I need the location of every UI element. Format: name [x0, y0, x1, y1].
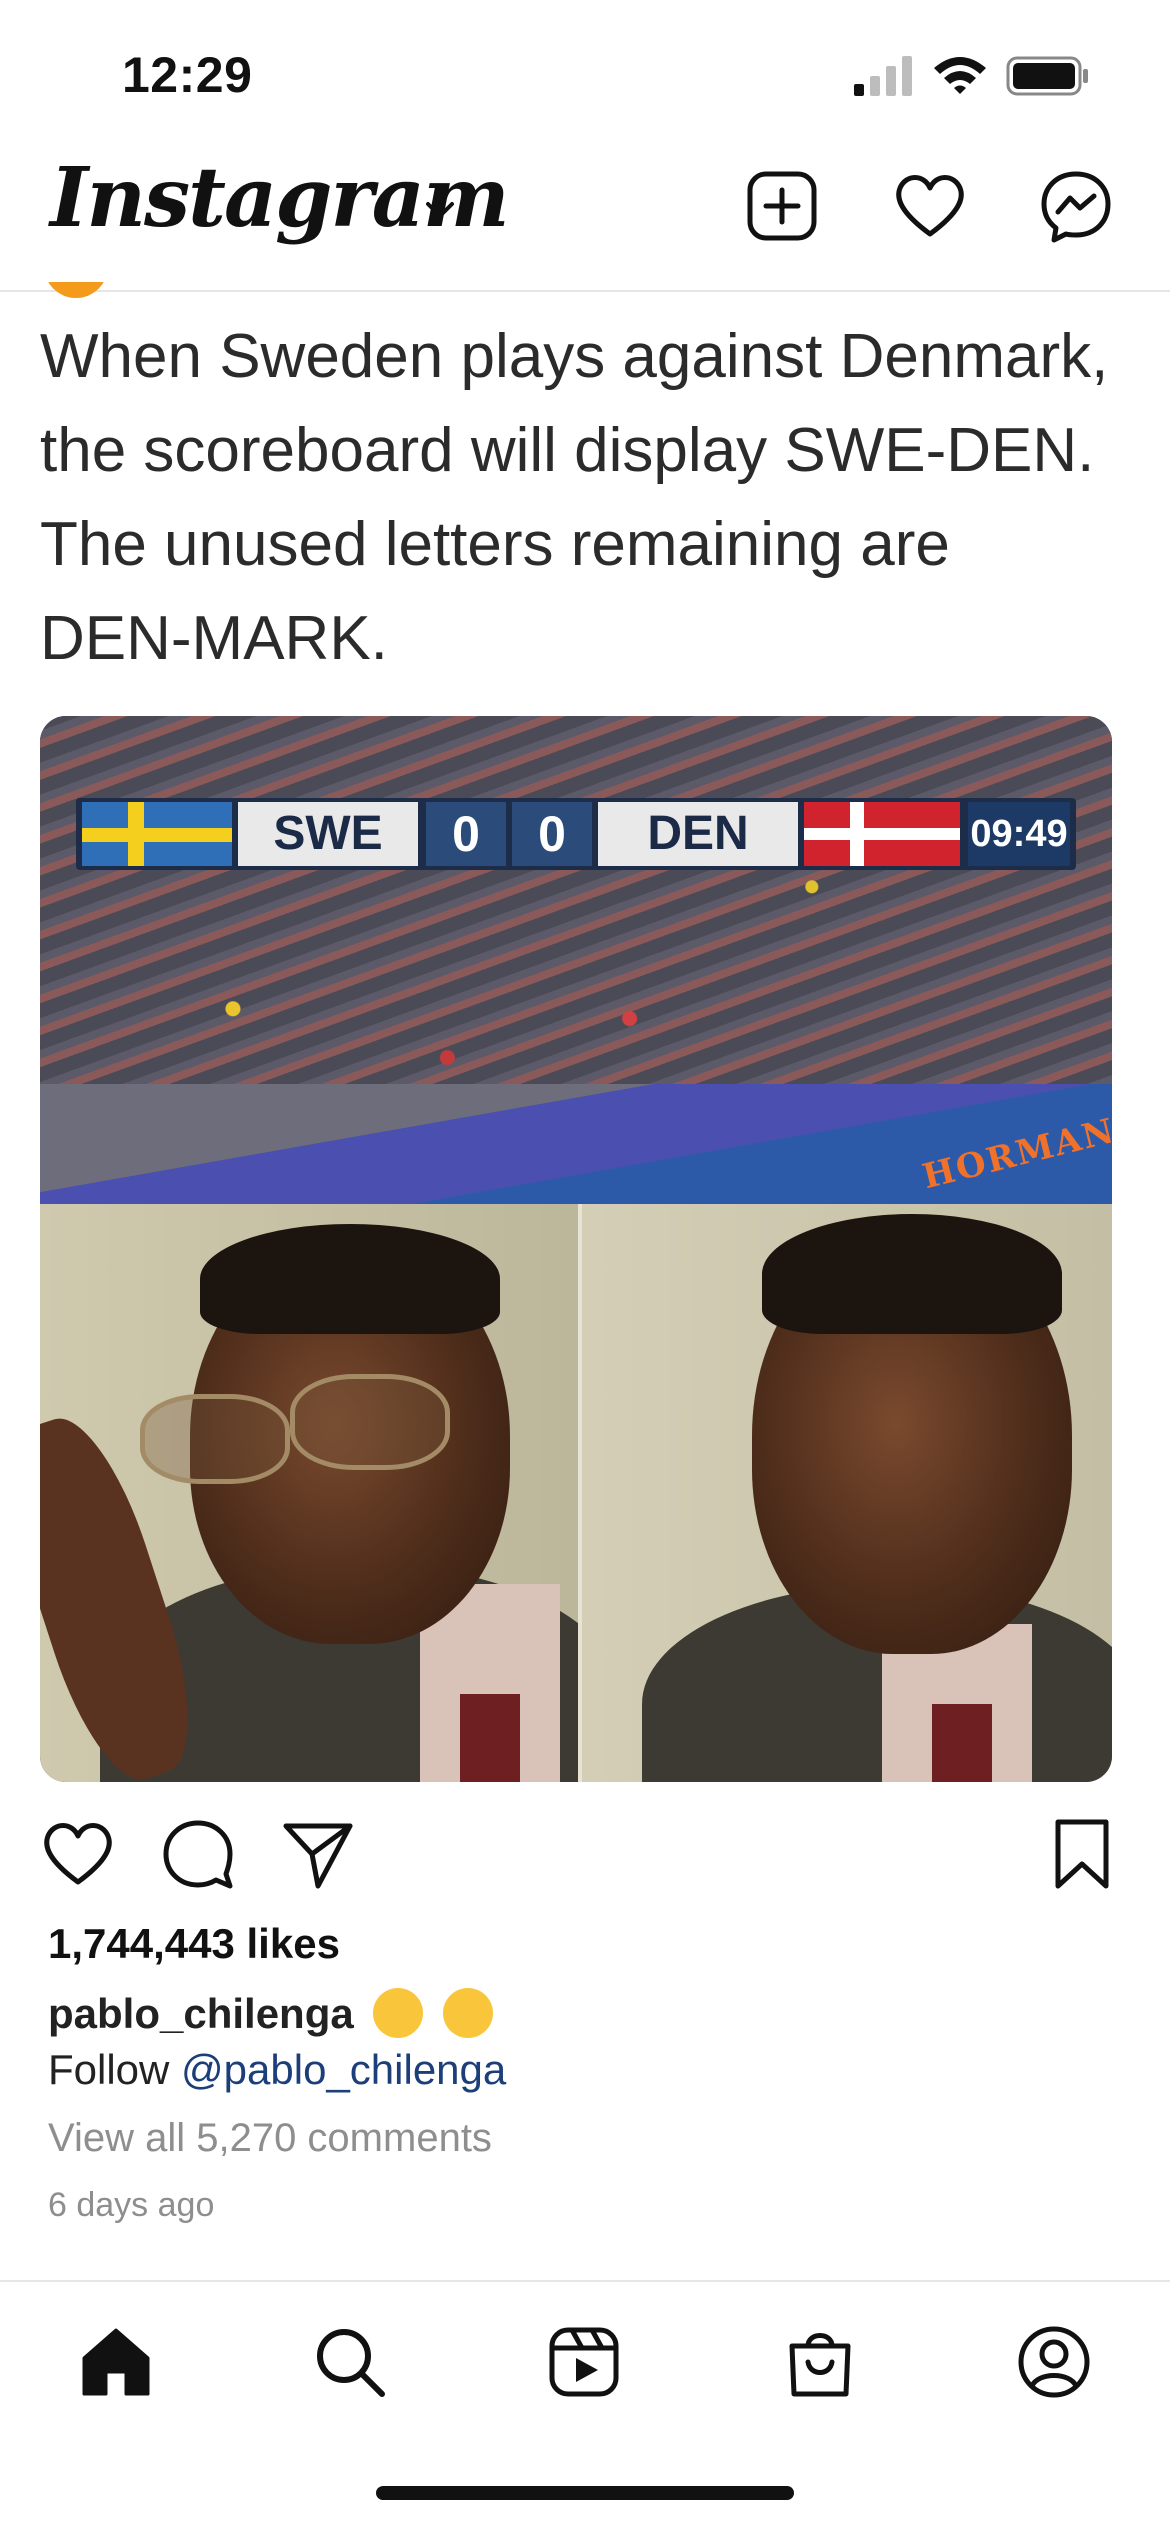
- necktie: [932, 1704, 992, 1782]
- reels-icon[interactable]: [546, 2324, 622, 2400]
- home-score: 0: [426, 802, 506, 866]
- tears-of-joy-emoji-icon: [443, 1987, 494, 2038]
- home-indicator[interactable]: [376, 2486, 794, 2500]
- man-hair: [762, 1214, 1062, 1334]
- away-team-label: DEN: [598, 802, 798, 866]
- denmark-flag: [804, 802, 960, 866]
- follow-prefix: Follow: [48, 2046, 170, 2093]
- chevron-down-icon[interactable]: [422, 196, 458, 226]
- post-text-line: When Sweden plays against Denmark,: [40, 322, 1109, 391]
- match-clock: 09:49: [968, 802, 1070, 866]
- top-navigation: Instagram: [0, 150, 1170, 292]
- meme-panel-left: [40, 1204, 578, 1782]
- like-heart-icon[interactable]: [40, 1816, 116, 1892]
- battery-icon: [1006, 56, 1088, 96]
- follow-line: Follow @pablo_chilenga: [48, 2046, 506, 2094]
- scoreboard: SWE 0 0 DEN 09:49: [76, 798, 1076, 870]
- plus-square-icon[interactable]: [744, 168, 820, 244]
- post-text-line: DEN-MARK.: [40, 604, 388, 673]
- post-actions: [0, 1800, 1170, 1910]
- cellular-signal-icon: [854, 56, 912, 96]
- status-time: 12:29: [122, 47, 253, 103]
- home-team-label: SWE: [238, 802, 418, 866]
- likes-count[interactable]: 1,744,443 likes: [48, 1920, 340, 1968]
- shop-icon[interactable]: [782, 2324, 858, 2400]
- messenger-icon[interactable]: [1038, 168, 1114, 244]
- sweden-flag: [82, 802, 232, 866]
- post-text-line: the scoreboard will display SWE-DEN.: [40, 416, 1095, 485]
- home-icon[interactable]: [78, 2324, 154, 2400]
- follow-handle-link[interactable]: @pablo_chilenga: [181, 2046, 506, 2093]
- post-text-line: The unused letters remaining are: [40, 510, 950, 579]
- away-score: 0: [512, 802, 592, 866]
- bookmark-icon[interactable]: [1044, 1816, 1120, 1892]
- heart-icon[interactable]: [892, 168, 968, 244]
- caption: pablo_chilenga: [48, 1987, 494, 2042]
- search-icon[interactable]: [312, 2324, 388, 2400]
- view-all-comments-link[interactable]: View all 5,270 comments: [48, 2116, 492, 2161]
- share-icon[interactable]: [280, 1816, 356, 1892]
- man-hair: [200, 1224, 500, 1334]
- story-avatar-ring: [44, 282, 108, 298]
- post-text: When Sweden plays against Denmark, the s…: [40, 310, 1140, 686]
- wifi-icon: [934, 57, 986, 94]
- post-image[interactable]: HORMANN SWE 0 0 DEN 09:49: [40, 716, 1112, 1782]
- comment-icon[interactable]: [160, 1816, 236, 1892]
- necktie: [460, 1694, 520, 1782]
- post-timestamp: 6 days ago: [48, 2186, 215, 2224]
- eyeglasses: [290, 1374, 450, 1470]
- meme-panel-right: [582, 1204, 1112, 1782]
- rofl-emoji-icon: [373, 1987, 424, 2038]
- profile-icon[interactable]: [1016, 2324, 1092, 2400]
- caption-username[interactable]: pablo_chilenga: [48, 1990, 354, 2037]
- eyeglasses: [140, 1394, 290, 1484]
- status-bar: 12:29: [0, 0, 1170, 150]
